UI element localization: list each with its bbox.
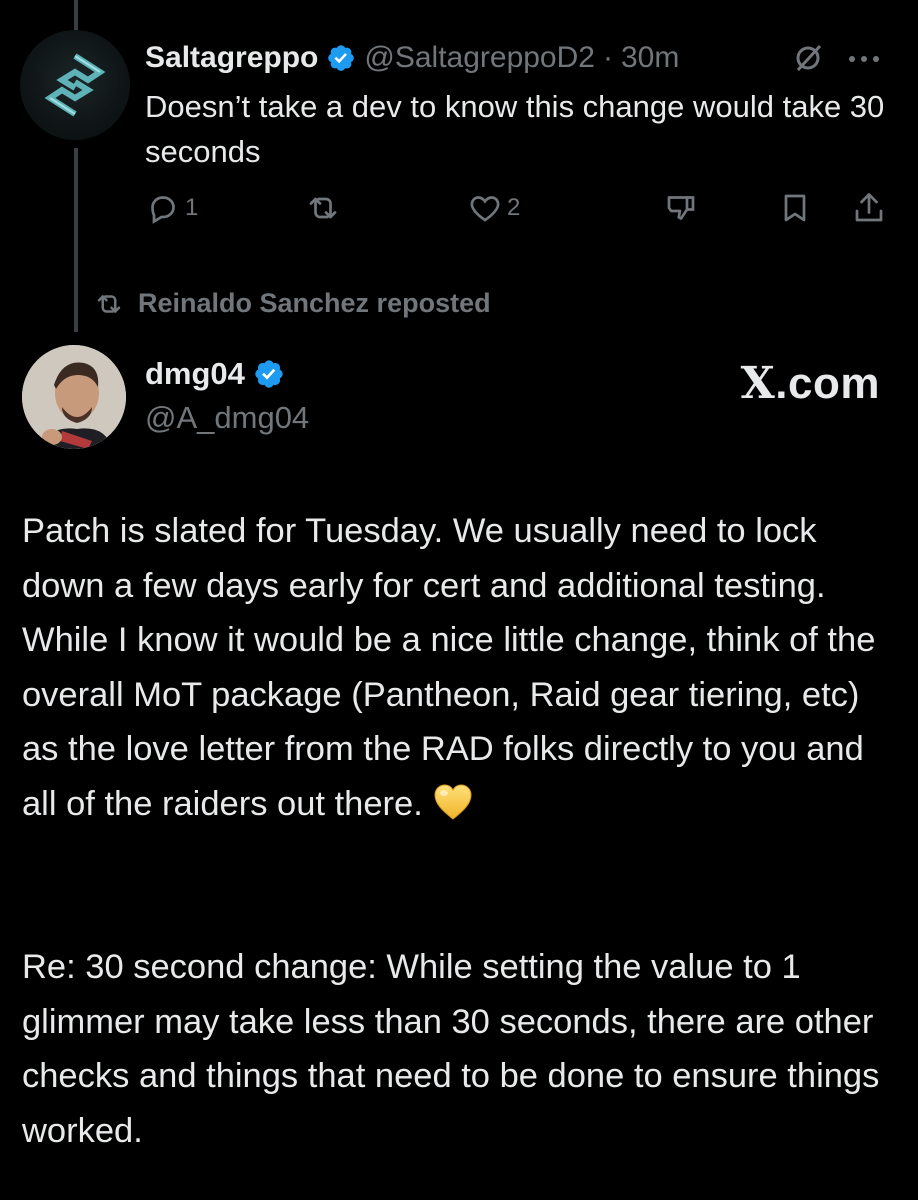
first-tweet-action-bar: 1 2 <box>145 190 895 230</box>
reply-icon <box>151 196 175 224</box>
paragraph-1-text: Patch is slated for Tuesday. We usually … <box>22 512 876 823</box>
second-tweet-author-name[interactable]: dmg04 <box>145 356 245 392</box>
verified-badge-icon <box>255 360 283 388</box>
first-tweet-author-name[interactable]: Saltagreppo <box>145 41 318 75</box>
first-tweet-header: Saltagreppo @SaltagreppoD2 · 30m <box>145 38 679 78</box>
grok-icon[interactable] <box>792 42 824 79</box>
dislike-button[interactable] <box>663 190 699 226</box>
dmg04-avatar[interactable] <box>22 345 126 449</box>
saltagreppo-logo-icon <box>44 53 106 117</box>
repost-banner-icon <box>97 294 121 313</box>
first-tweet-author-handle[interactable]: @SaltagreppoD2 <box>364 41 595 75</box>
first-tweet-separator: · <box>602 41 613 74</box>
reply-button[interactable]: 1 <box>145 190 198 226</box>
bookmark-icon <box>784 194 806 222</box>
second-tweet-author: dmg04 <box>145 356 285 392</box>
verified-badge-icon <box>328 45 355 71</box>
second-tweet-author-handle[interactable]: @A_dmg04 <box>145 400 309 436</box>
yellow-heart-emoji <box>434 783 472 820</box>
first-tweet-text: Doesn’t take a dev to know this change w… <box>145 89 885 169</box>
first-tweet-timestamp[interactable]: 30m <box>621 41 679 75</box>
share-button[interactable] <box>851 190 887 226</box>
dislike-icon <box>667 196 695 220</box>
thread-line-middle <box>74 148 78 332</box>
second-tweet-paragraph-2: Re: 30 second change: While setting the … <box>22 948 880 1150</box>
xcom-watermark-domain: .com <box>775 359 880 408</box>
more-options-icon[interactable] <box>846 44 882 79</box>
xcom-watermark-x: X <box>740 358 776 409</box>
repost-banner-text: Reinaldo Sanchez reposted <box>138 288 491 318</box>
repost-button[interactable] <box>305 190 341 226</box>
repost-icon <box>309 197 337 219</box>
saltagreppo-avatar[interactable] <box>20 30 130 140</box>
like-icon <box>470 196 500 222</box>
bookmark-button[interactable] <box>777 190 813 226</box>
repost-banner[interactable]: Reinaldo Sanchez reposted <box>92 288 491 319</box>
xcom-watermark: X.com <box>741 358 880 409</box>
second-tweet-paragraph-1: Patch is slated for Tuesday. We usually … <box>22 504 902 831</box>
thread-line-top <box>74 0 78 32</box>
share-icon <box>855 193 883 222</box>
like-count: 2 <box>507 194 521 221</box>
dmg04-avatar-photo <box>22 345 126 449</box>
like-button[interactable]: 2 <box>467 190 520 226</box>
reply-count: 1 <box>185 194 199 221</box>
